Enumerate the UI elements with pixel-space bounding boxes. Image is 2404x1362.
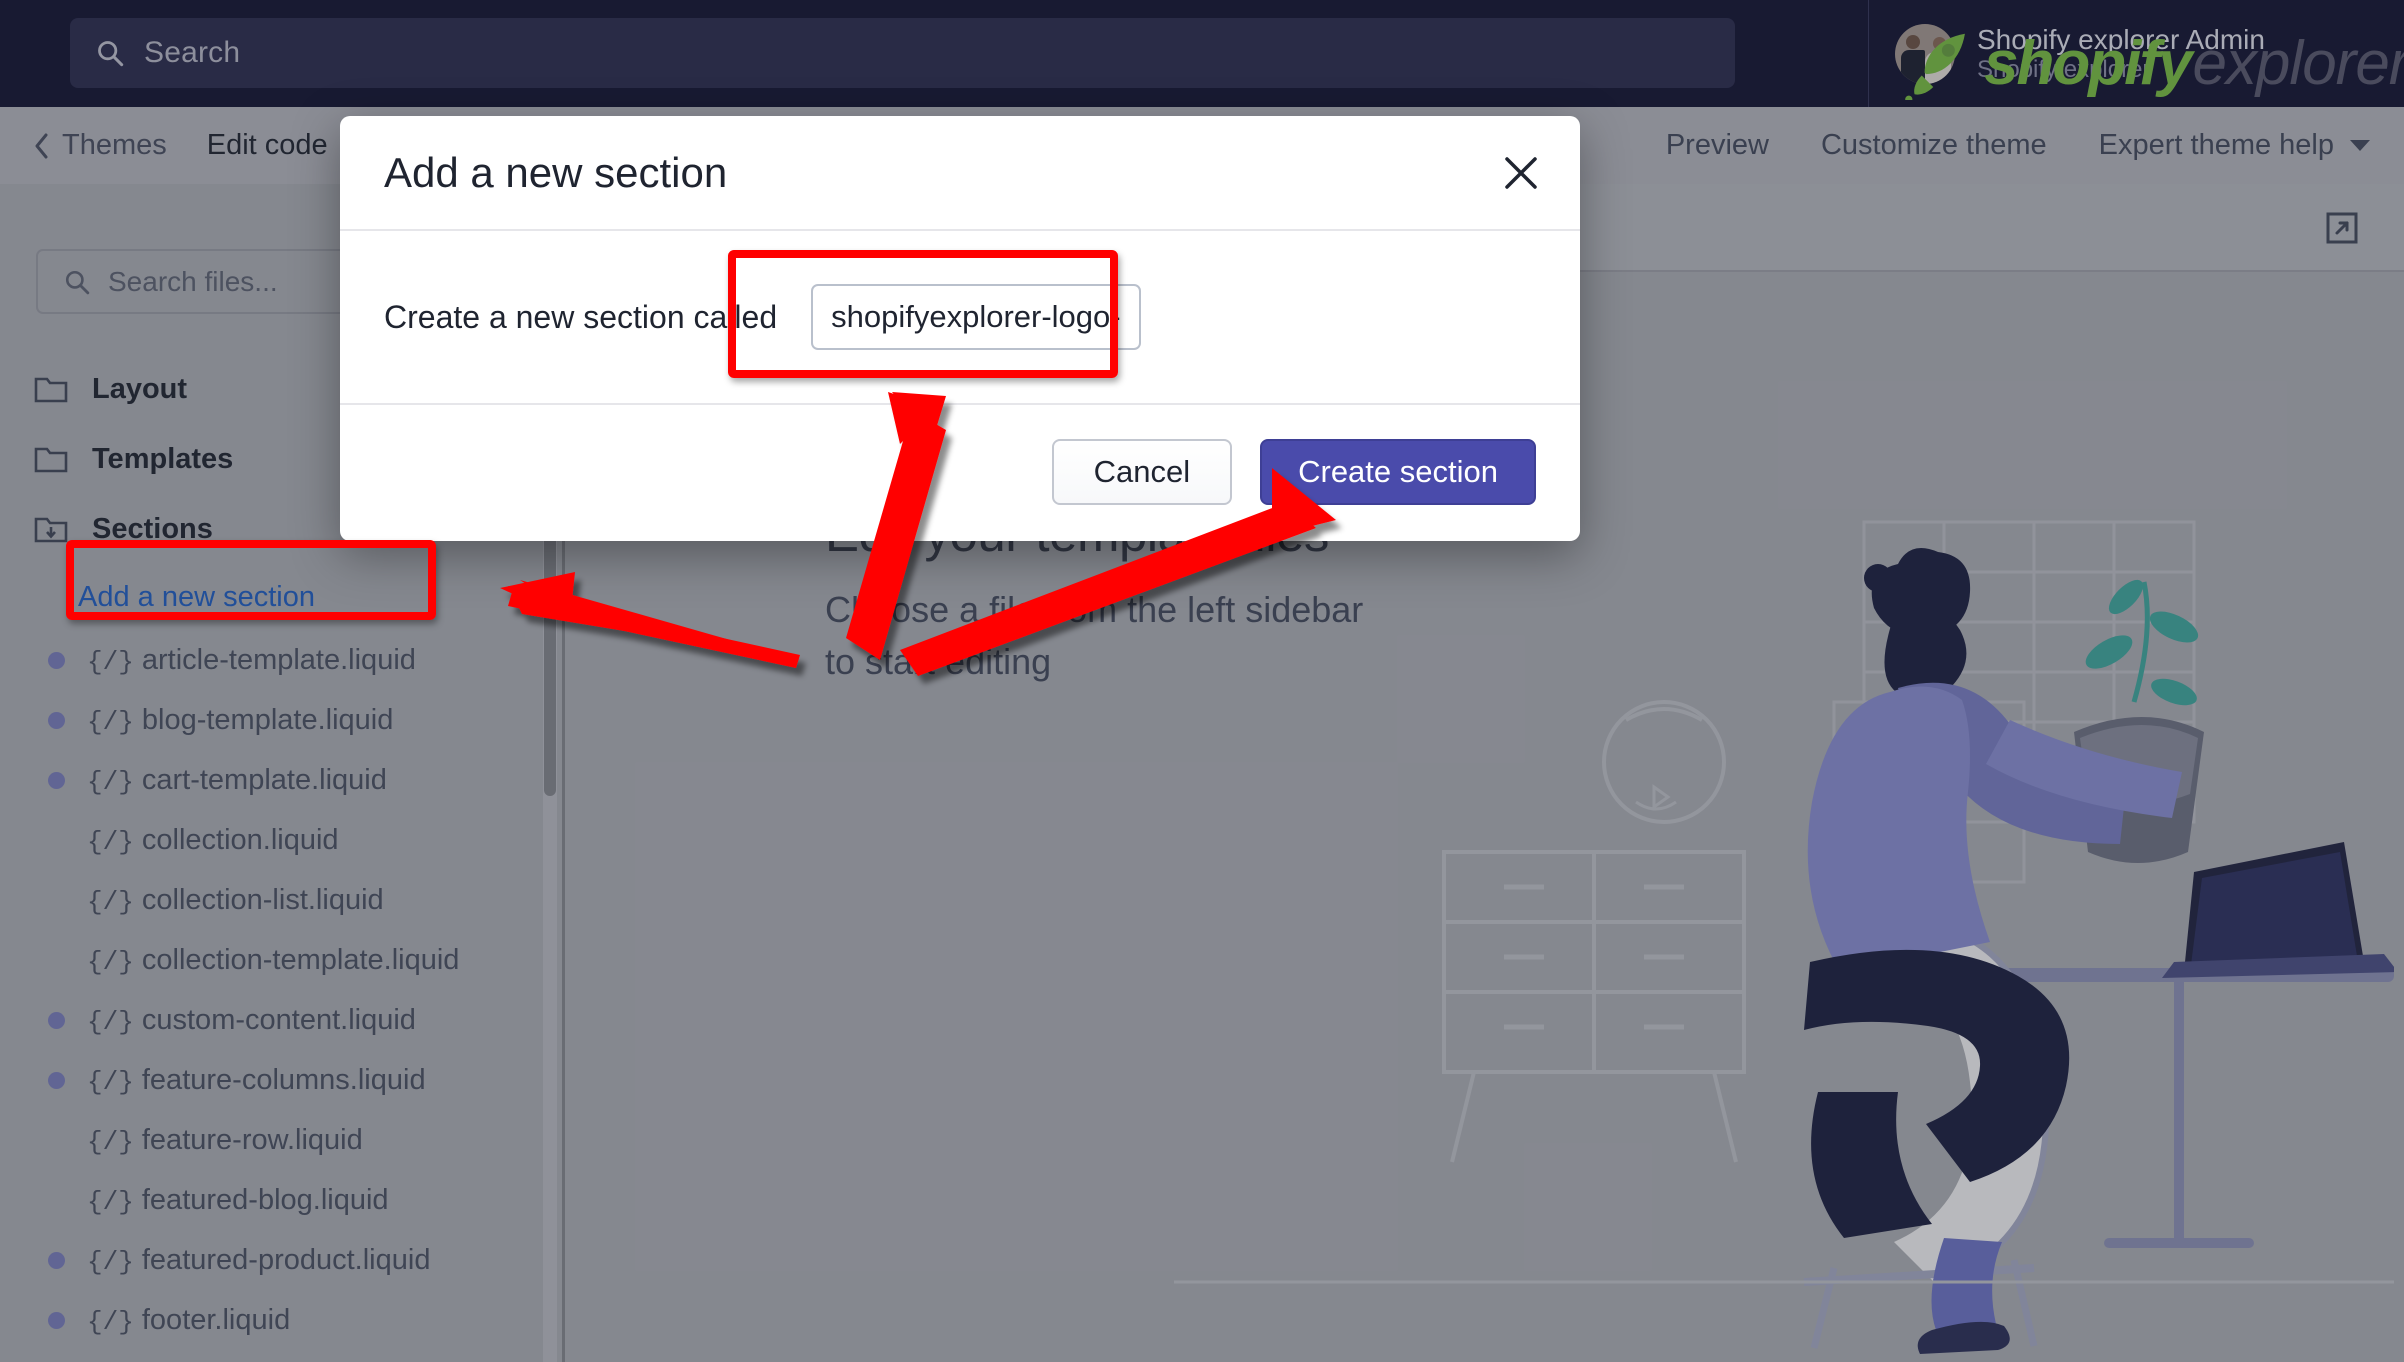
app-root: Search Shopify explorer Admin Shopify ex… [0, 0, 2404, 1362]
arrow-to-create-section-button [900, 468, 1336, 676]
arrow-to-add-section [500, 572, 800, 668]
arrow-to-name-input [846, 392, 946, 660]
annotation-arrows [500, 392, 1336, 676]
